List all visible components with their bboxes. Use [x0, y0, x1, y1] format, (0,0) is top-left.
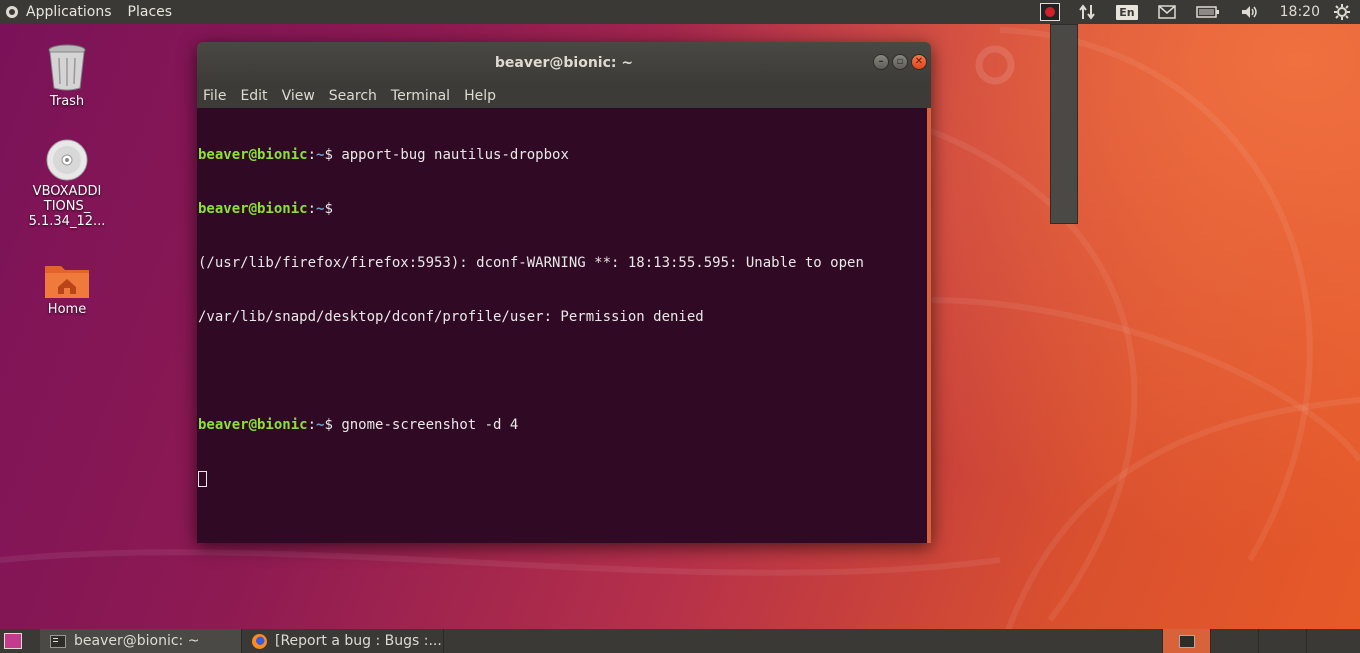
show-desktop-button[interactable]: [4, 633, 22, 649]
volume-icon: [1241, 6, 1257, 18]
workspace-1[interactable]: [1162, 629, 1210, 653]
taskbar-item-label: [Report a bug : Bugs :...: [275, 633, 442, 649]
terminal-line: beaver@bionic:~$: [198, 201, 342, 217]
desktop-icon-trash[interactable]: Trash: [17, 44, 117, 109]
top-panel: Applications Places En 18:20: [0, 0, 1360, 24]
applications-logo-icon[interactable]: [6, 6, 18, 18]
desktop-icon-label: Home: [47, 302, 87, 317]
terminal-output[interactable]: beaver@bionic:~$ apport-bug nautilus-dro…: [197, 108, 931, 543]
indicator-dropdown-panel: [1050, 24, 1078, 224]
applications-menu[interactable]: Applications: [26, 4, 112, 20]
workspace-3[interactable]: [1258, 629, 1306, 653]
mail-indicator[interactable]: [1148, 0, 1186, 24]
menu-terminal[interactable]: Terminal: [391, 88, 450, 104]
desktop-icon-label-line: 5.1.34_12...: [28, 214, 106, 229]
minimize-icon: –: [878, 56, 884, 67]
trash-icon: [48, 44, 86, 91]
menu-help[interactable]: Help: [464, 88, 496, 104]
record-indicator[interactable]: [1032, 0, 1068, 24]
taskbar-item-firefox[interactable]: [Report a bug : Bugs :...: [242, 629, 444, 653]
desktop-icon-label-line: VBOXADDI: [32, 184, 102, 199]
menu-view[interactable]: View: [282, 88, 315, 104]
taskbar-item-label: beaver@bionic: ~: [74, 633, 200, 649]
home-folder-icon: [45, 266, 89, 298]
terminal-scrollbar[interactable]: [927, 108, 931, 543]
keyboard-layout-indicator[interactable]: En: [1106, 0, 1147, 24]
desktop: Applications Places En 18:20 Trash VBOXA…: [0, 0, 1360, 653]
close-icon: ✕: [914, 56, 924, 67]
bottom-panel: beaver@bionic: ~ [Report a bug : Bugs :.…: [0, 629, 1360, 653]
desktop-icon-label-line: TIONS_: [43, 199, 91, 214]
network-indicator[interactable]: [1068, 0, 1106, 24]
menu-file[interactable]: File: [203, 88, 226, 104]
terminal-titlebar[interactable]: beaver@bionic: ~ – ▫ ✕: [197, 42, 931, 84]
disc-icon: [46, 139, 88, 181]
desktop-icon-vboxadditions[interactable]: VBOXADDI TIONS_ 5.1.34_12...: [17, 138, 117, 229]
workspace-4[interactable]: [1306, 629, 1360, 653]
firefox-icon: [252, 633, 267, 649]
settings-gear-icon: [1334, 4, 1350, 20]
terminal-window[interactable]: beaver@bionic: ~ – ▫ ✕ File Edit View Se…: [197, 42, 931, 543]
volume-indicator[interactable]: [1230, 0, 1270, 24]
close-button[interactable]: ✕: [911, 54, 927, 70]
terminal-line: [198, 470, 931, 489]
text-cursor: [198, 471, 207, 487]
terminal-line: (/usr/lib/firefox/firefox:5953): dconf-W…: [198, 255, 864, 271]
battery-indicator[interactable]: [1186, 0, 1230, 24]
terminal-line: /var/lib/snapd/desktop/dconf/profile/use…: [198, 309, 704, 325]
terminal-line: beaver@bionic:~$ gnome-screenshot -d 4: [198, 417, 519, 433]
desktop-icon-home[interactable]: Home: [17, 260, 117, 317]
record-icon: [1040, 3, 1061, 21]
maximize-button[interactable]: ▫: [892, 54, 908, 70]
settings-indicator[interactable]: [1330, 0, 1360, 24]
menu-edit[interactable]: Edit: [240, 88, 267, 104]
battery-icon: [1195, 6, 1219, 18]
terminal-line: beaver@bionic:~$ apport-bug nautilus-dro…: [198, 147, 569, 163]
menu-search[interactable]: Search: [329, 88, 377, 104]
terminal-icon: [1178, 634, 1195, 648]
mail-icon: [1157, 5, 1176, 19]
clock[interactable]: 18:20: [1270, 0, 1330, 24]
minimize-button[interactable]: –: [873, 54, 889, 70]
places-menu[interactable]: Places: [128, 4, 173, 20]
network-icon: [1079, 4, 1096, 20]
window-title: beaver@bionic: ~: [494, 55, 634, 71]
taskbar-item-terminal[interactable]: beaver@bionic: ~: [40, 629, 242, 653]
terminal-icon: [50, 634, 66, 648]
terminal-menubar: File Edit View Search Terminal Help: [197, 84, 931, 108]
workspace-2[interactable]: [1210, 629, 1258, 653]
desktop-icon-label: Trash: [49, 94, 85, 109]
keyboard-layout-icon: En: [1116, 4, 1138, 20]
maximize-icon: ▫: [896, 56, 904, 67]
